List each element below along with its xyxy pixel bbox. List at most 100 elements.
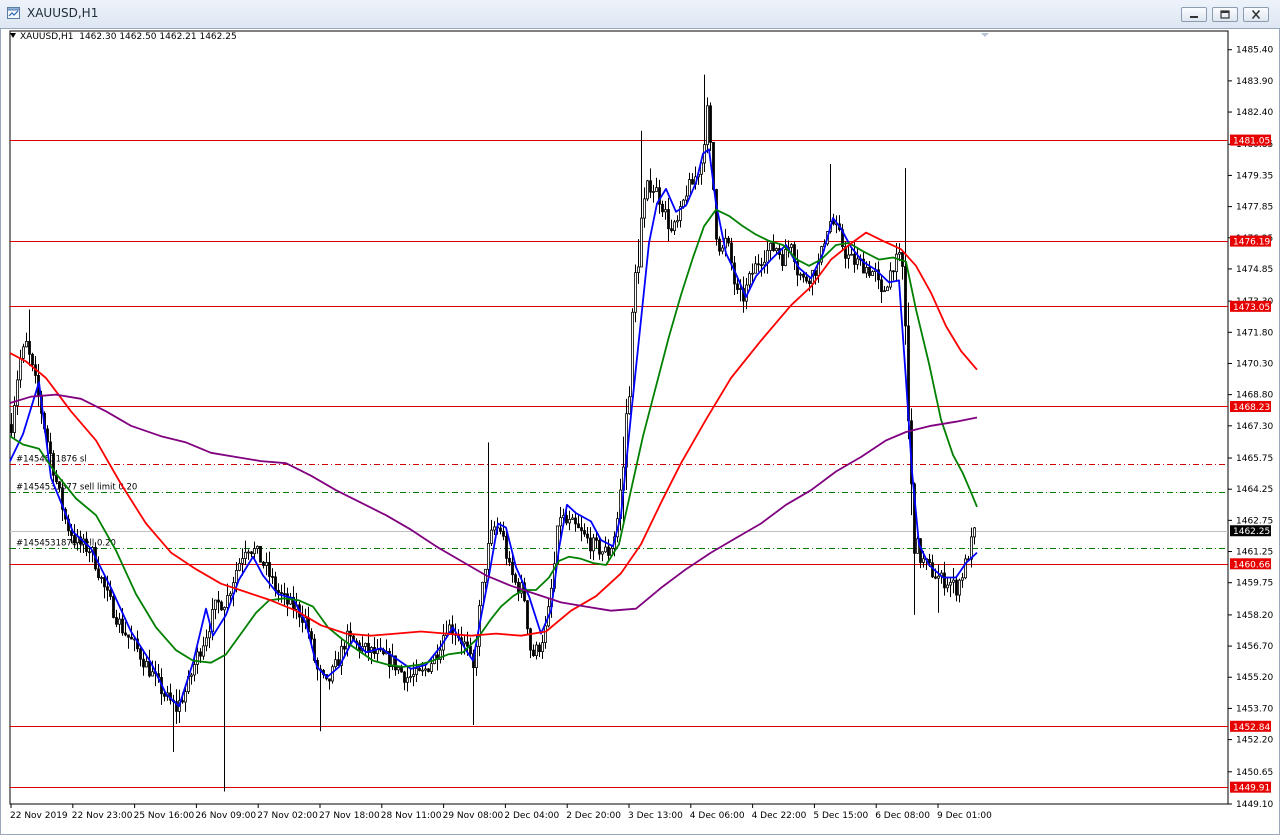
level-label: 1452.84: [1230, 720, 1271, 733]
candle-body: [205, 637, 208, 647]
minimize-button[interactable]: [1181, 7, 1207, 22]
candle-body: [580, 527, 583, 531]
candle-body: [760, 264, 763, 267]
candle-body: [739, 288, 742, 290]
candle-body: [241, 558, 244, 564]
candle-body: [397, 667, 400, 671]
candle-body: [253, 548, 256, 555]
candle-body: [538, 644, 541, 653]
candle-body: [328, 678, 331, 682]
order-label: #1454531877 sell limit 0.20: [16, 483, 137, 493]
candle-body: [31, 353, 34, 366]
candle-body: [115, 617, 118, 625]
candle-body: [250, 551, 253, 555]
candle-body: [256, 545, 259, 549]
chart-window[interactable]: 1485.401483.901482.401480.851479.351477.…: [0, 28, 1280, 835]
price-tick-label: 1459.75: [1236, 579, 1273, 589]
time-tick-label: 5 Dec 15:00: [813, 811, 868, 821]
current-price-label: 1462.25: [1230, 525, 1271, 537]
level-label-text: 1449.91: [1233, 784, 1270, 794]
price-axis: 1485.401483.901482.401480.851479.351477.…: [1228, 46, 1273, 810]
candle-body: [130, 636, 133, 640]
candle-body: [781, 254, 784, 266]
price-tick-label: 1482.40: [1236, 108, 1273, 118]
candle-body: [73, 535, 76, 544]
price-tick-label: 1456.70: [1236, 642, 1273, 652]
candle-body: [109, 589, 112, 597]
price-tick-label: 1452.20: [1236, 736, 1273, 746]
candle-body: [400, 667, 403, 673]
minimize-icon: [1190, 16, 1198, 18]
level-label: 1449.91: [1230, 781, 1271, 794]
time-tick-label: 28 Nov 11:00: [381, 811, 442, 821]
candle-body: [262, 561, 265, 566]
candle-body: [49, 441, 52, 454]
time-tick-label: 2 Dec 20:00: [566, 811, 621, 821]
price-chart[interactable]: 1485.401483.901482.401480.851479.351477.…: [1, 29, 1279, 834]
candle-body: [706, 105, 709, 146]
restore-button[interactable]: [1212, 7, 1238, 22]
candle-body: [721, 247, 724, 252]
level-label-text: 1473.05: [1233, 303, 1270, 313]
level-label-text: 1476.19: [1233, 238, 1270, 248]
dropdown-triangle-icon[interactable]: [10, 33, 16, 38]
price-tick-label: 1474.85: [1236, 265, 1273, 275]
candle-body: [490, 529, 493, 544]
candle-body: [883, 290, 886, 293]
candle-body: [583, 530, 586, 535]
candle-body: [226, 595, 229, 608]
level-label-text: 1460.66: [1233, 560, 1270, 570]
candle-body: [151, 671, 154, 677]
candle-body: [649, 180, 652, 193]
candle-body: [565, 515, 568, 524]
candle-body: [748, 273, 751, 286]
candle-body: [688, 179, 691, 197]
candle-body: [949, 581, 952, 586]
candle-body: [499, 527, 502, 532]
level-label: 1481.05: [1230, 134, 1271, 147]
order-label: #1454531876 sl: [16, 455, 87, 465]
candle-body: [214, 599, 217, 610]
time-axis: 22 Nov 2019 22 Nov 23:00 25 Nov 16:00 26 No…: [10, 804, 992, 821]
price-tick-label: 1464.25: [1236, 485, 1273, 495]
candle-body: [220, 601, 223, 611]
candle-body: [790, 244, 793, 248]
time-tick-label: 27 Nov 18:00: [319, 811, 380, 821]
candle-body: [571, 517, 574, 520]
candle: [259, 545, 262, 563]
candle-body: [247, 551, 250, 554]
candle-body: [124, 632, 127, 636]
candle-body: [529, 628, 532, 651]
candle-body: [589, 537, 592, 552]
candle-body: [511, 561, 514, 576]
price-tick-label: 1467.30: [1236, 422, 1273, 432]
candle: [646, 179, 649, 202]
candle-body: [112, 596, 115, 618]
plot-area: [9, 30, 1229, 805]
candle-body: [412, 674, 415, 677]
candle-body: [148, 660, 151, 677]
time-tick-label: 25 Nov 16:00: [134, 811, 195, 821]
candle-body: [118, 618, 121, 625]
price-tick-label: 1453.70: [1236, 704, 1273, 714]
candle-body: [280, 592, 283, 594]
chart-window-icon: [7, 7, 20, 19]
candle-body: [58, 481, 61, 489]
candle-body: [559, 517, 562, 527]
price-tick-label: 1465.75: [1236, 454, 1273, 464]
candle: [220, 600, 223, 611]
time-tick-label: 6 Dec 08:00: [875, 811, 930, 821]
candle-body: [406, 677, 409, 683]
candle-body: [208, 631, 211, 639]
price-tick-label: 1470.30: [1236, 359, 1273, 369]
candle-body: [334, 659, 337, 668]
candle: [427, 668, 430, 673]
candle-body: [100, 577, 103, 579]
candle-body: [22, 346, 25, 359]
close-button[interactable]: [1243, 7, 1269, 22]
candle-body: [487, 543, 490, 570]
candle-body: [808, 280, 811, 284]
price-tick-label: 1449.10: [1236, 800, 1273, 810]
candle-body: [259, 545, 262, 563]
price-tick-label: 1458.20: [1236, 611, 1273, 621]
